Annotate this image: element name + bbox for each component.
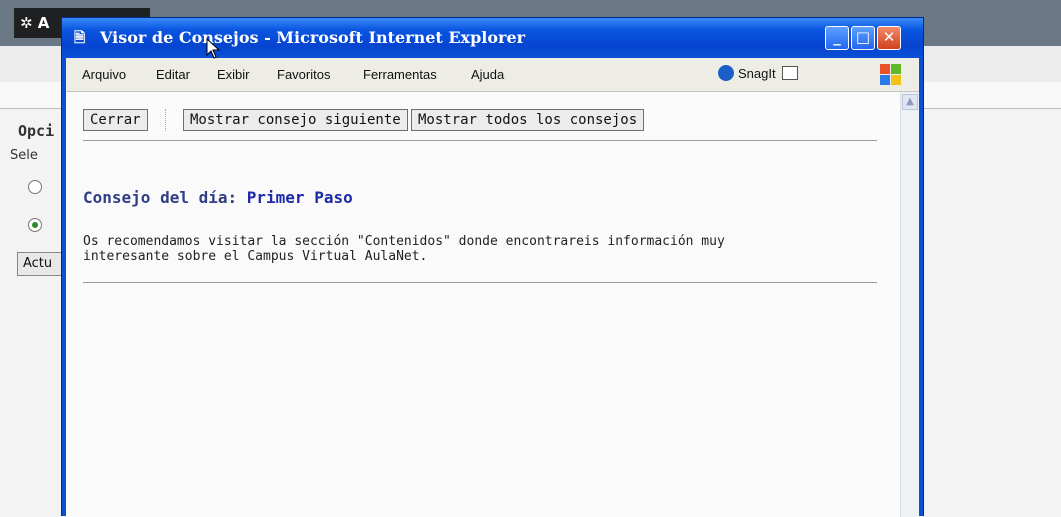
background-radio-2[interactable] bbox=[28, 218, 42, 232]
ie-page-icon: 🗎 bbox=[74, 30, 86, 46]
content-divider bbox=[83, 282, 877, 283]
menu-item-favoritos[interactable]: Favoritos bbox=[277, 67, 330, 82]
snagit-label[interactable]: SnagIt bbox=[738, 66, 776, 81]
title-bar[interactable]: 🗎 Visor de Consejos - Microsoft Internet… bbox=[62, 18, 923, 58]
vertical-scrollbar[interactable]: ▲ bbox=[900, 92, 919, 517]
mouse-cursor-icon bbox=[206, 38, 221, 59]
background-heading: Opci bbox=[18, 122, 55, 140]
snagit-icon[interactable] bbox=[718, 65, 734, 81]
content-area: Cerrar Mostrar consejo siguiente Mostrar… bbox=[66, 92, 919, 517]
logo-icon: ✲ bbox=[20, 14, 38, 32]
window-title: Visor de Consejos - Microsoft Internet E… bbox=[100, 28, 526, 47]
tip-title: Primer Paso bbox=[246, 188, 353, 207]
snagit-window-icon[interactable] bbox=[782, 66, 798, 80]
minimize-icon: _ bbox=[833, 28, 841, 46]
ie-window: 🗎 Visor de Consejos - Microsoft Internet… bbox=[61, 17, 924, 517]
menu-item-arquivo[interactable]: Arquivo bbox=[82, 67, 126, 82]
menu-bar: Arquivo Editar Exibir Favoritos Ferramen… bbox=[66, 58, 919, 92]
show-all-tips-button[interactable]: Mostrar todos los consejos bbox=[411, 109, 645, 131]
menu-item-editar[interactable]: Editar bbox=[156, 67, 190, 82]
close-window-button[interactable]: ✕ bbox=[877, 26, 901, 50]
menu-item-ferramentas[interactable]: Ferramentas bbox=[363, 67, 437, 82]
toolbar-separator bbox=[165, 109, 166, 131]
logo-text: A bbox=[37, 14, 50, 32]
minimize-button[interactable]: _ bbox=[825, 26, 849, 50]
menu-item-exibir[interactable]: Exibir bbox=[217, 67, 250, 82]
tip-body-line-2: interesante sobre el Campus Virtual Aula… bbox=[83, 249, 428, 264]
tip-body: Os recomendamos visitar la sección "Cont… bbox=[83, 234, 843, 264]
close-tips-button[interactable]: Cerrar bbox=[83, 109, 148, 131]
background-radio-1[interactable] bbox=[28, 180, 42, 194]
menu-item-ajuda[interactable]: Ajuda bbox=[471, 67, 504, 82]
close-icon: ✕ bbox=[882, 28, 896, 46]
windows-logo-icon bbox=[880, 64, 902, 86]
background-subtitle: Sele bbox=[10, 148, 38, 163]
next-tip-button[interactable]: Mostrar consejo siguiente bbox=[183, 109, 408, 131]
tip-heading-prefix: Consejo del día: bbox=[83, 188, 238, 207]
tip-heading: Consejo del día: Primer Paso bbox=[83, 188, 353, 207]
toolbar-divider bbox=[83, 140, 877, 141]
scroll-up-arrow-icon[interactable]: ▲ bbox=[902, 94, 918, 110]
tip-body-line-1: Os recomendamos visitar la sección "Cont… bbox=[83, 234, 725, 249]
maximize-button[interactable]: □ bbox=[851, 26, 875, 50]
maximize-icon: □ bbox=[855, 28, 871, 46]
